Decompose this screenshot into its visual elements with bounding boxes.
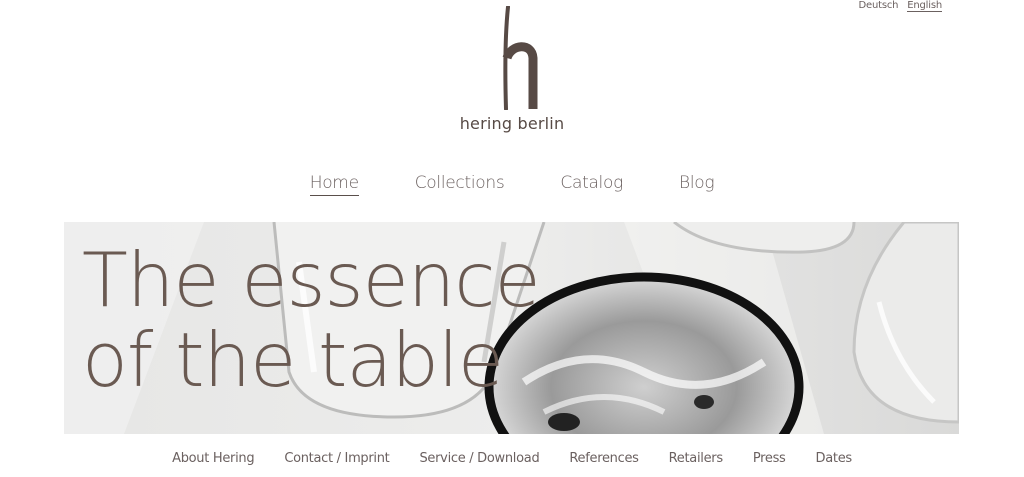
nav-collections[interactable]: Collections <box>415 173 505 196</box>
h-logo-icon <box>502 6 538 110</box>
footer-press[interactable]: Press <box>753 451 786 466</box>
brand-logo[interactable]: hering berlin <box>0 6 1024 133</box>
hero-banner[interactable]: The essence of the table <box>64 222 959 434</box>
footer-service[interactable]: Service / Download <box>419 451 539 466</box>
hero-line-1: The essence <box>82 236 541 324</box>
footer-contact[interactable]: Contact / Imprint <box>284 451 389 466</box>
brand-name: hering berlin <box>459 114 565 133</box>
footer-retailers[interactable]: Retailers <box>669 451 723 466</box>
main-nav: Home Collections Catalog Blog <box>0 173 1024 196</box>
hero-line-2: of the table <box>82 316 504 404</box>
hero-headline: The essence of the table <box>82 236 541 404</box>
nav-home[interactable]: Home <box>309 173 359 196</box>
nav-blog[interactable]: Blog <box>679 173 715 196</box>
footer-dates[interactable]: Dates <box>816 451 853 466</box>
footer-references[interactable]: References <box>569 451 639 466</box>
footer-nav: About Hering Contact / Imprint Service /… <box>0 451 1024 466</box>
footer-about[interactable]: About Hering <box>172 451 255 466</box>
nav-catalog[interactable]: Catalog <box>560 173 623 196</box>
